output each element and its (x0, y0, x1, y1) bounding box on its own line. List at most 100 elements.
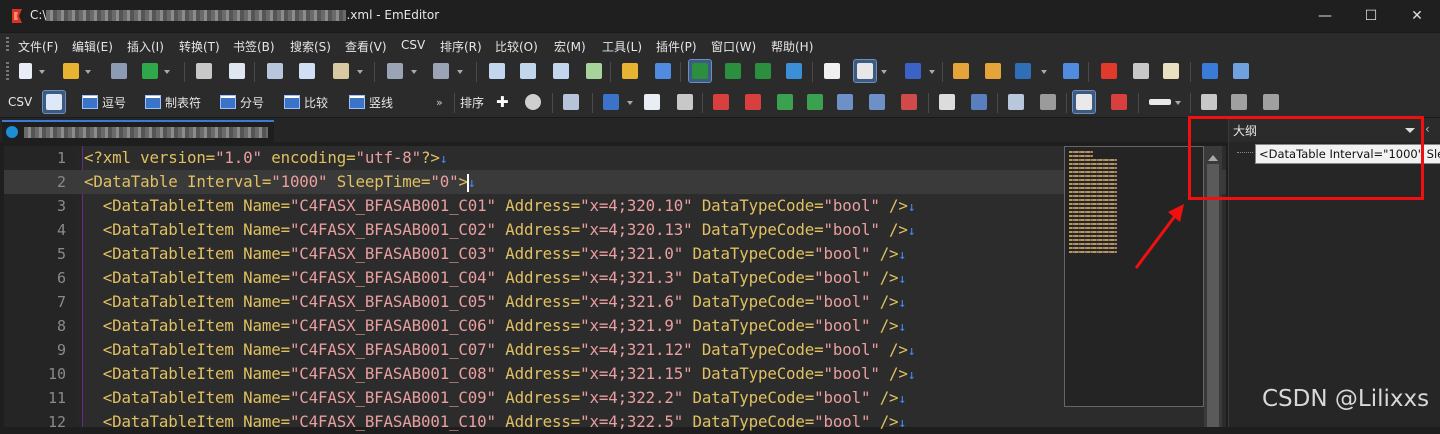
maximize-button[interactable]: ☐ (1348, 0, 1394, 32)
wrap-column-icon[interactable] (752, 60, 774, 82)
sort-az-icon[interactable] (710, 91, 732, 113)
customize-dropdown-icon[interactable] (1040, 60, 1048, 82)
numbered-list-icon[interactable] (1072, 90, 1096, 114)
filter-icon[interactable] (652, 60, 674, 82)
marker-settings-icon[interactable] (1198, 91, 1220, 113)
outline-dropdown-icon[interactable] (880, 60, 888, 82)
list-settings-icon[interactable] (1060, 60, 1082, 82)
minimap[interactable] (1064, 146, 1204, 407)
sort-length-asc-icon[interactable] (834, 91, 856, 113)
run-macro-icon[interactable] (1130, 60, 1152, 82)
wrap-page-icon[interactable] (783, 60, 805, 82)
redo-dropdown-icon[interactable] (456, 60, 464, 82)
properties-icon[interactable] (950, 60, 972, 82)
outline-collapse-icon[interactable]: ‹ (1425, 122, 1430, 136)
menu-window[interactable]: 窗口(W) (711, 38, 756, 55)
jump-icon[interactable] (1228, 91, 1250, 113)
paste-dropdown-icon[interactable] (356, 60, 364, 82)
tools-icon[interactable] (560, 91, 582, 113)
code-line[interactable]: 11 <DataTableItem Name="C4FASX_BFASAB001… (4, 386, 1226, 410)
jump-back-icon[interactable] (1260, 91, 1282, 113)
find-icon[interactable] (486, 60, 508, 82)
cut-icon[interactable] (264, 60, 286, 82)
toolbar-grip-icon[interactable] (6, 62, 9, 82)
print-preview-icon[interactable] (226, 60, 248, 82)
code-line[interactable]: 10 <DataTableItem Name="C4FASX_BFASAB001… (4, 362, 1226, 386)
find-in-files-icon[interactable] (619, 60, 641, 82)
grid-compare-icon[interactable] (968, 91, 990, 113)
menu-help[interactable]: 帮助(H) (771, 38, 813, 55)
menu-grip-icon[interactable] (6, 37, 9, 53)
open-dropdown-icon[interactable] (84, 60, 92, 82)
customize-icon[interactable] (1012, 60, 1034, 82)
code-line[interactable]: 1 <?xml version="1.0" encoding="utf-8"?>↓ (4, 146, 1226, 170)
sync-scroll-icon[interactable] (1037, 91, 1059, 113)
find-previous-icon[interactable] (550, 60, 572, 82)
menu-insert[interactable]: 插入(I) (127, 38, 164, 55)
outline-toggle-icon[interactable] (853, 59, 877, 83)
scrollbar-thumb[interactable] (1207, 164, 1219, 427)
csv-tab-button[interactable]: 制表符 (145, 91, 201, 113)
spell-check-icon[interactable] (821, 60, 843, 82)
close-button[interactable]: ✕ (1394, 0, 1440, 32)
wrap-none-icon[interactable] (688, 59, 712, 83)
menu-bookmark[interactable]: 书签(B) (233, 38, 275, 55)
toolbar-layout-icon[interactable] (1199, 60, 1221, 82)
bookmark-list-icon[interactable] (1108, 91, 1130, 113)
marker-icon[interactable] (1146, 91, 1174, 113)
code-line[interactable]: 9 <DataTableItem Name="C4FASX_BFASAB001_… (4, 338, 1226, 362)
new-file-icon[interactable] (14, 60, 36, 82)
code-line[interactable]: 4 <DataTableItem Name="C4FASX_BFASAB001_… (4, 218, 1226, 242)
menu-convert[interactable]: 转换(T) (179, 38, 220, 55)
code-line[interactable]: 7 <DataTableItem Name="C4FASX_BFASAB001_… (4, 290, 1226, 314)
csv-semicolon-button[interactable]: 分号 (220, 91, 264, 113)
redo-icon[interactable] (430, 60, 452, 82)
wrap-window-icon[interactable] (722, 60, 744, 82)
toolbar-overflow-icon[interactable]: » (436, 91, 443, 113)
font-icon[interactable] (902, 60, 924, 82)
code-line[interactable]: 3 <DataTableItem Name="C4FASX_BFASAB001_… (4, 194, 1226, 218)
menu-view[interactable]: 查看(V) (345, 38, 387, 55)
emeditor-app-icon[interactable] (10, 8, 24, 24)
sort-num-asc-icon[interactable] (774, 91, 796, 113)
new-file-dropdown-icon[interactable] (38, 60, 46, 82)
print-icon[interactable] (193, 60, 215, 82)
edit-macro-icon[interactable] (1160, 60, 1182, 82)
csv-pipe-button[interactable]: 竖线 (349, 91, 393, 113)
undo-icon[interactable] (384, 60, 406, 82)
code-line[interactable]: 8 <DataTableItem Name="C4FASX_BFASAB001_… (4, 314, 1226, 338)
text-editor[interactable]: 1 <?xml version="1.0" encoding="utf-8"?>↓… (4, 146, 1226, 431)
all-properties-icon[interactable] (982, 60, 1004, 82)
table-edit-icon[interactable] (674, 91, 696, 113)
open-folder-icon[interactable] (60, 60, 82, 82)
menu-edit[interactable]: 编辑(E) (72, 38, 113, 55)
stop-macro-icon[interactable] (1098, 60, 1120, 82)
split-view-icon[interactable] (1005, 91, 1027, 113)
menu-sort[interactable]: 排序(R) (440, 38, 482, 55)
sort-custom-icon[interactable] (898, 91, 920, 113)
menu-plugins[interactable]: 插件(P) (656, 38, 697, 55)
reload-dropdown-icon[interactable] (163, 60, 171, 82)
marker-dropdown-icon[interactable] (1174, 91, 1182, 113)
replace-icon[interactable] (583, 60, 605, 82)
sort-length-desc-icon[interactable] (866, 91, 888, 113)
csv-comma-button[interactable]: 逗号 (82, 91, 126, 113)
add-plus-icon[interactable]: ✚ (496, 91, 509, 113)
code-line[interactable]: 2 <DataTable Interval="1000" SleepTime="0… (4, 170, 1226, 194)
find-next-icon[interactable] (517, 60, 539, 82)
menu-tools[interactable]: 工具(L) (602, 38, 642, 55)
csv-compare-button[interactable]: 比较 (284, 91, 328, 113)
menu-csv[interactable]: CSV (401, 38, 425, 52)
column-view-dropdown-icon[interactable] (626, 91, 634, 113)
plugin-pin-icon[interactable] (1230, 60, 1252, 82)
sort-num-desc-icon[interactable] (804, 91, 826, 113)
paste-icon[interactable] (330, 60, 352, 82)
code-line[interactable]: 5 <DataTableItem Name="C4FASX_BFASAB001_… (4, 242, 1226, 266)
menu-file[interactable]: 文件(F) (18, 38, 58, 55)
compass-icon[interactable] (522, 91, 544, 113)
save-icon[interactable] (108, 60, 130, 82)
compare-abc-icon[interactable] (936, 91, 958, 113)
code-line[interactable]: 12 <DataTableItem Name="C4FASX_BFASAB001… (4, 410, 1226, 434)
sort-za-icon[interactable] (742, 91, 764, 113)
minimize-button[interactable]: — (1302, 0, 1348, 32)
